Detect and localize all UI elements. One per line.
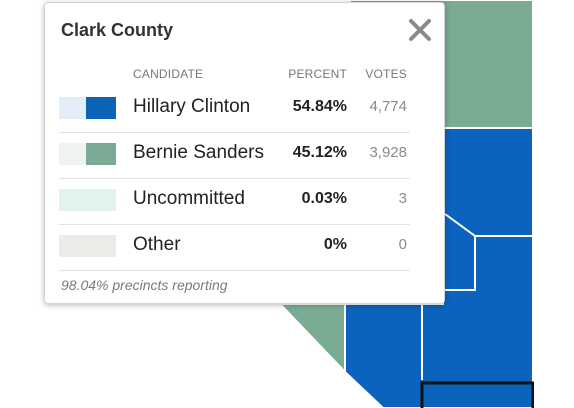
close-icon[interactable] (407, 17, 433, 43)
column-header-candidate: CANDIDATE (133, 67, 204, 81)
candidate-percent: 0.03% (301, 190, 347, 207)
candidate-swatch (86, 97, 116, 119)
candidate-swatch-light (59, 97, 86, 119)
county-results-popup: Clark County CANDIDATE PERCENT VOTES Hil… (44, 2, 445, 304)
candidate-percent: 0% (323, 236, 347, 253)
candidate-name: Other (133, 234, 181, 255)
candidate-swatch-light (59, 143, 86, 165)
column-header-votes: VOTES (365, 67, 407, 81)
candidate-votes: 3 (398, 190, 407, 207)
candidate-name: Bernie Sanders (133, 142, 264, 163)
candidate-swatch (59, 189, 116, 211)
candidate-votes: 3,928 (369, 144, 407, 161)
column-header-percent: PERCENT (288, 67, 347, 81)
candidate-votes: 4,774 (369, 98, 407, 115)
county-region-sanders-southwest[interactable] (277, 303, 346, 375)
map-outside-area (534, 0, 574, 408)
candidate-swatch (59, 235, 116, 257)
precincts-reporting: 98.04% precincts reporting (61, 277, 228, 293)
candidate-name: Uncommitted (133, 188, 245, 209)
candidate-votes: 0 (398, 236, 407, 253)
results-row: Hillary Clinton 54.84% 4,774 (59, 86, 410, 133)
candidate-name: Hillary Clinton (133, 96, 251, 117)
candidate-percent: 45.12% (292, 144, 347, 161)
results-row: Uncommitted 0.03% 3 (59, 178, 410, 225)
map-stage: Clark County CANDIDATE PERCENT VOTES Hil… (0, 0, 574, 408)
results-row: Other 0% 0 (59, 224, 410, 271)
popup-title: Clark County (61, 20, 174, 40)
candidate-percent: 54.84% (292, 98, 347, 115)
results-row: Bernie Sanders 45.12% 3,928 (59, 132, 410, 179)
candidate-swatch (86, 143, 116, 165)
